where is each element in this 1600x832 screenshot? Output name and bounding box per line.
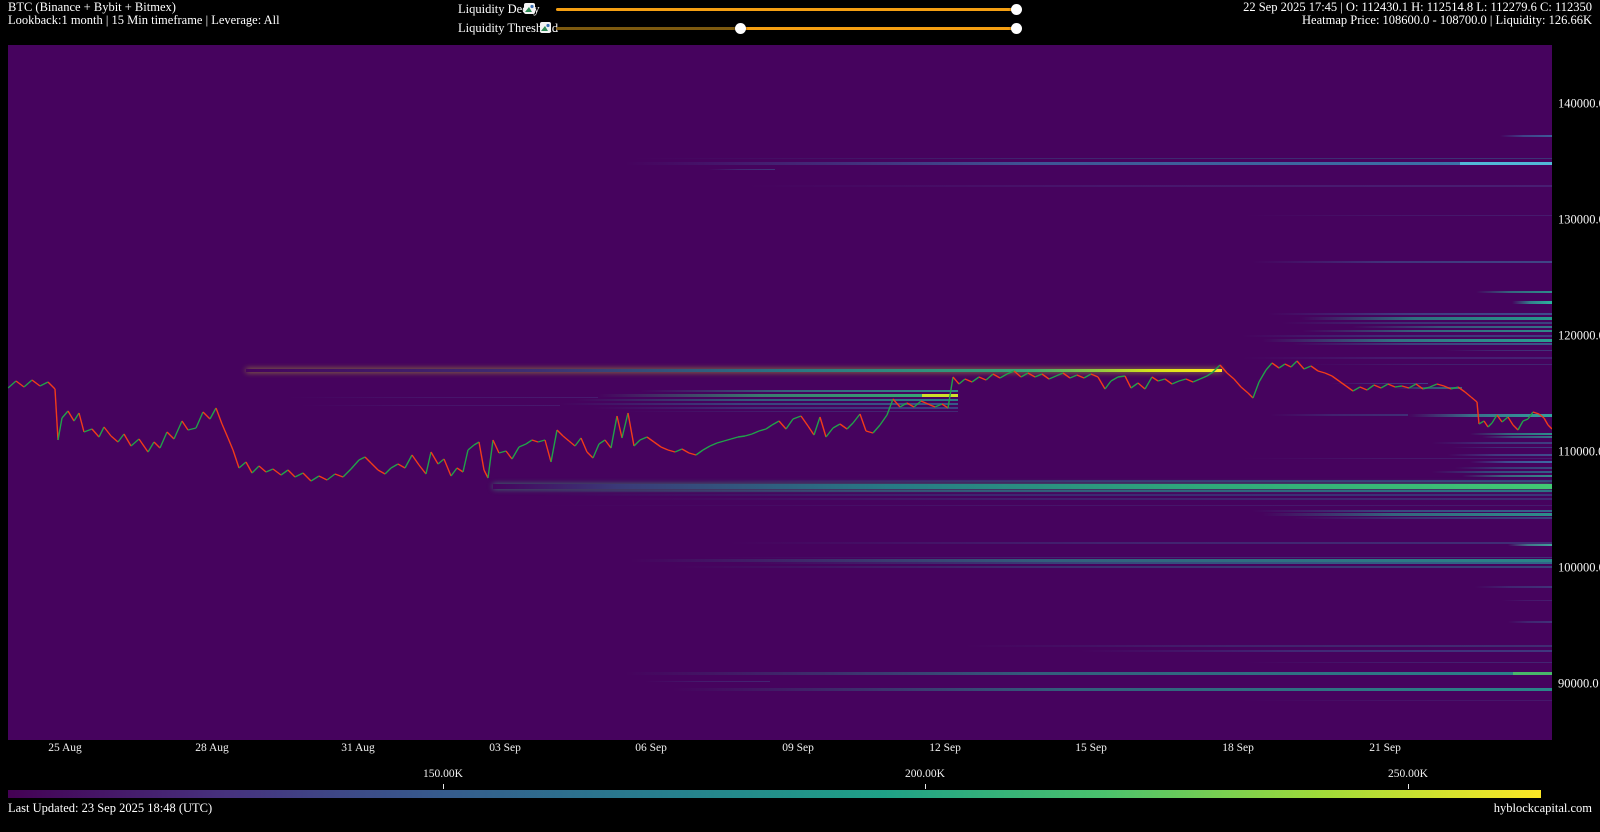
heatmap-canvas[interactable] (8, 45, 1552, 740)
colorbar-scale-label: 200.00K (905, 768, 945, 780)
x-axis-tick-label: 28 Aug (195, 742, 229, 754)
liquidity-decay-icon[interactable] (524, 2, 535, 15)
x-axis-tick-label: 25 Aug (48, 742, 82, 754)
liquidation-heatmap-app: BTC (Binance + Bybit + Bitmex) Lookback:… (0, 0, 1600, 832)
slider-thumb[interactable] (735, 23, 746, 34)
x-axis-tick-label: 09 Sep (782, 742, 814, 754)
slider-track-inactive[interactable] (556, 27, 740, 30)
x-axis-tick-label: 18 Sep (1222, 742, 1254, 754)
y-axis-tick-label: 120000.0 (1558, 329, 1600, 344)
colorbar-tick (925, 784, 926, 789)
y-axis-tick-label: 130000.0 (1558, 213, 1600, 228)
slider-thumb[interactable] (1011, 23, 1022, 34)
heatmap-price-readout: Heatmap Price: 108600.0 - 108700.0 | Liq… (1243, 14, 1592, 27)
liquidity-threshold-icon[interactable] (540, 21, 551, 34)
y-axis-tick-label: 140000.0 (1558, 97, 1600, 112)
lookback-settings: Lookback:1 month | 15 Min timeframe | Le… (8, 14, 280, 27)
slider-track-active[interactable] (740, 27, 1016, 30)
liquidity-colorbar (8, 790, 1541, 798)
x-axis-tick-label: 06 Sep (635, 742, 667, 754)
x-axis-tick-label: 31 Aug (341, 742, 375, 754)
colorbar-tick (1408, 784, 1409, 789)
x-axis-tick-label: 21 Sep (1369, 742, 1401, 754)
colorbar-scale-label: 250.00K (1388, 768, 1428, 780)
y-axis-tick-label: 110000.0 (1558, 445, 1600, 460)
x-axis-tick-label: 12 Sep (929, 742, 961, 754)
x-axis-tick-label: 15 Sep (1075, 742, 1107, 754)
colorbar-tick (443, 784, 444, 789)
slider-track-active[interactable] (556, 8, 1016, 11)
last-updated-text: Last Updated: 23 Sep 2025 18:48 (UTC) (8, 801, 212, 816)
x-axis-tick-label: 03 Sep (489, 742, 521, 754)
price-line (8, 45, 1552, 740)
y-axis-tick-label: 90000.0 (1558, 677, 1599, 692)
watermark-link[interactable]: hyblockcapital.com (1494, 801, 1592, 816)
slider-thumb[interactable] (1011, 4, 1022, 15)
y-axis-tick-label: 100000.0 (1558, 561, 1600, 576)
colorbar-scale-label: 150.00K (423, 768, 463, 780)
